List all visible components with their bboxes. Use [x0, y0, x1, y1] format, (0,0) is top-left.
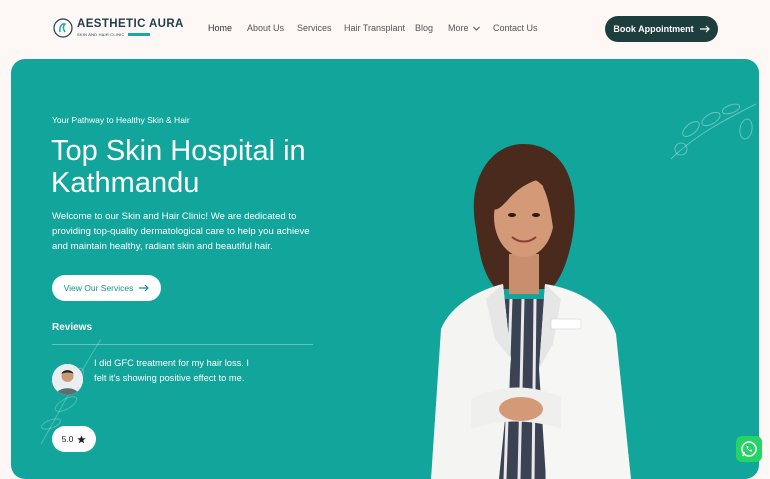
hero-tagline: Your Pathway to Healthy Skin & Hair — [52, 115, 190, 125]
reviewer-avatar — [52, 364, 83, 395]
review-text: I did GFC treatment for my hair loss. I … — [94, 358, 249, 383]
avatar-person-icon — [52, 364, 83, 395]
book-appointment-label: Book Appointment — [613, 24, 694, 34]
nav-blog[interactable]: Blog — [415, 23, 433, 33]
view-services-label: View Our Services — [63, 283, 134, 293]
nav-contact-us[interactable]: Contact Us — [493, 23, 538, 33]
rating-badge: 5.0 — [52, 426, 96, 452]
arrow-right-icon — [139, 284, 150, 292]
nav-more[interactable]: More — [448, 23, 480, 33]
logo[interactable]: AESTHETIC AURA SKIN AND HAIR CLINIC — [53, 18, 184, 38]
view-services-button[interactable]: View Our Services — [52, 275, 161, 301]
nav-hair-transplant[interactable]: Hair Transplant — [344, 23, 405, 33]
site-header: AESTHETIC AURA SKIN AND HAIR CLINIC Home… — [0, 0, 770, 58]
logo-subtitle: SKIN AND HAIR CLINIC — [77, 31, 125, 37]
whatsapp-button[interactable] — [736, 436, 762, 462]
nav-home[interactable]: Home — [208, 23, 232, 33]
star-icon — [77, 434, 87, 443]
nav-about-us[interactable]: About Us — [247, 23, 284, 33]
reviews-divider — [52, 344, 313, 345]
hero-description: Welcome to our Skin and Hair Clinic! We … — [52, 211, 310, 252]
nav-services[interactable]: Services — [297, 23, 332, 33]
chevron-down-icon — [473, 26, 480, 31]
book-appointment-button[interactable]: Book Appointment — [605, 16, 718, 42]
logo-name: AESTHETIC AURA — [77, 18, 184, 31]
whatsapp-icon — [741, 441, 757, 457]
hero-title: Top Skin Hospital in Kathmandu — [51, 135, 306, 199]
arrow-right-icon — [699, 25, 710, 33]
logo-mark-icon — [53, 18, 73, 38]
nav-more-label: More — [448, 23, 469, 33]
leaf-decoration-icon — [670, 103, 757, 160]
hero-section: Your Pathway to Healthy Skin & Hair Top … — [11, 59, 759, 479]
rating-value: 5.0 — [61, 434, 74, 444]
reviews-heading: Reviews — [52, 322, 93, 333]
doctor-photo — [431, 144, 631, 479]
